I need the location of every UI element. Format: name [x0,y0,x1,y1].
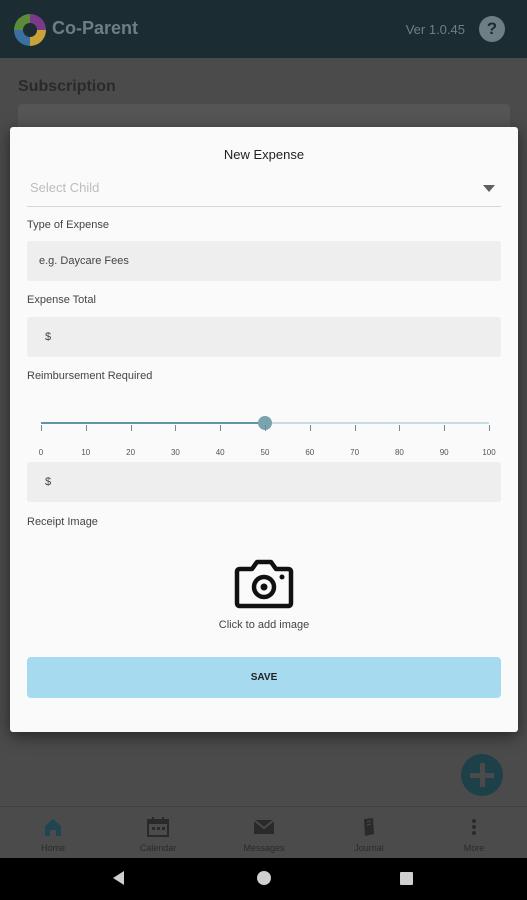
system-navigation-bar [0,858,527,900]
mail-icon [253,819,275,834]
new-expense-dialog: New Expense Select Child Type of Expense… [10,127,518,732]
slider-tick-label: 30 [170,448,180,457]
nav-label-home: Home [40,843,65,853]
slider-track: 0 10 20 30 40 50 60 70 80 90 100 [39,416,496,457]
app-logo-icon [14,14,46,46]
slider-tick-label: 90 [439,448,449,457]
slider-tick-label: 10 [81,448,91,457]
slider-tick-label: 60 [305,448,315,457]
slider-tick [265,425,266,431]
dropdown-arrow-icon [483,185,495,192]
slider-tick [175,425,177,431]
slider-tick [309,425,311,431]
expense-total-label: Expense Total [27,294,96,306]
slider-tick-label: 80 [394,448,404,457]
nav-item-calendar[interactable]: Calendar [118,807,198,859]
slider-tick [354,425,356,431]
journal-icon [364,818,374,836]
save-button[interactable]: SAVE [27,657,501,698]
slider-tick [444,425,446,431]
calendar-icon [147,817,169,837]
system-recents-icon[interactable] [400,872,413,885]
slider-tick-label: 70 [350,448,360,457]
expense-total-input[interactable]: $ [27,317,501,357]
more-vert-icon [472,819,476,835]
bottom-navigation: Home Calendar Messages Journal More [0,806,527,858]
slider-tick [220,425,222,431]
slider-tick [489,425,490,431]
help-icon[interactable]: ? [479,16,505,42]
slider-tick-label: 20 [126,448,136,457]
type-of-expense-input[interactable]: e.g. Daycare Fees [27,241,501,281]
nav-label-journal: Journal [354,843,384,853]
app-title: Co-Parent [52,18,139,38]
nav-item-more[interactable]: More [434,807,514,859]
add-fab-button[interactable] [461,754,503,796]
app-bar: Co-Parent Ver 1.0.45 ? [0,0,527,58]
nav-item-journal[interactable]: Journal [329,807,409,859]
add-image-text[interactable]: Click to add image [10,619,518,631]
slider-tick-label: 50 [260,448,270,457]
slider-tick [399,425,401,431]
reimbursement-amount-input[interactable]: $ [27,462,501,502]
nav-item-messages[interactable]: Messages [224,807,304,859]
select-child-dropdown[interactable]: Select Child [27,173,501,207]
slider-tick-label: 100 [482,448,496,457]
nav-label-calendar: Calendar [139,843,177,853]
select-child-placeholder: Select Child [30,180,100,195]
slider-track-fill [41,422,265,424]
dialog-title: New Expense [223,147,305,162]
reimbursement-slider[interactable]: 0 10 20 30 40 50 60 70 80 90 100 [27,415,501,457]
type-of-expense-label: Type of Expense [27,219,109,231]
nav-label-messages: Messages [243,843,285,853]
system-back-icon[interactable] [113,871,124,885]
slider-tick-label: 40 [215,448,225,457]
nav-item-home[interactable]: Home [13,807,93,859]
slider-tick [85,425,87,431]
slider-tick [41,425,42,431]
nav-label-more: More [463,843,485,853]
system-home-icon[interactable] [257,871,271,885]
home-icon [45,819,61,836]
subscription-heading: Subscription [18,78,116,95]
reimbursement-label: Reimbursement Required [27,370,153,382]
camera-icon[interactable] [234,559,294,611]
slider-tick-label: 0 [38,448,44,457]
receipt-image-label: Receipt Image [27,516,98,528]
version-label: Ver 1.0.45 [405,22,465,37]
slider-tick [130,425,132,431]
